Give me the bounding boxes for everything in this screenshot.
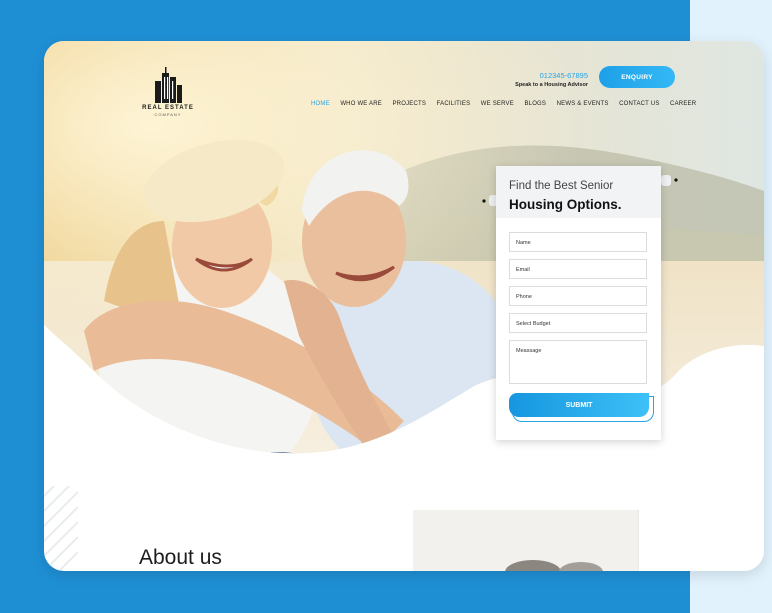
main-nav: HOME WHO WE ARE PROJECTS FACILITIES WE S… — [311, 101, 707, 107]
about-side-panel — [638, 510, 659, 571]
about-image-photo — [413, 510, 638, 571]
website-card: REAL ESTATE COMPANY 012345-67895 Speak t… — [44, 41, 764, 571]
about-image-panel — [413, 510, 638, 571]
nav-item-career[interactable]: CAREER — [670, 101, 696, 107]
form-title-line1: Find the Best Senior — [509, 180, 614, 192]
enquiry-button[interactable]: ENQUIRY — [599, 66, 675, 88]
phone-field[interactable]: Phone — [509, 286, 647, 306]
building-icon — [155, 67, 182, 103]
nav-item-home[interactable]: HOME — [311, 101, 330, 107]
nav-item-contact-us[interactable]: CONTACT US — [619, 101, 659, 107]
logo-brand-text: REAL ESTATE — [142, 105, 194, 111]
phone-caption: Speak to a Housing Advisor — [515, 82, 588, 88]
nav-item-news-events[interactable]: NEWS & EVENTS — [557, 101, 609, 107]
diagonal-stripe-pattern — [44, 486, 78, 571]
enquiry-form-card: Find the Best Senior Housing Options. Na… — [496, 166, 661, 440]
form-title-line2: Housing Options. — [509, 197, 622, 212]
about-heading: About us — [139, 546, 222, 569]
logo-tagline-text: COMPANY — [154, 112, 182, 117]
phone-contact: 012345-67895 Speak to a Housing Advisor — [515, 71, 588, 88]
nav-item-we-serve[interactable]: WE SERVE — [481, 101, 514, 107]
budget-select[interactable]: Select Budget — [509, 313, 647, 333]
nav-item-blogs[interactable]: BLOGS — [524, 101, 546, 107]
submit-button[interactable]: SUBMIT — [509, 393, 649, 417]
nav-item-who-we-are[interactable]: WHO WE ARE — [340, 101, 382, 107]
nav-item-projects[interactable]: PROJECTS — [392, 101, 426, 107]
company-logo[interactable]: REAL ESTATE COMPANY — [138, 67, 198, 123]
nav-item-facilities[interactable]: FACILITIES — [437, 101, 471, 107]
phone-number[interactable]: 012345-67895 — [515, 71, 588, 80]
message-field[interactable]: Meassage — [509, 340, 647, 384]
name-field[interactable]: Name — [509, 232, 647, 252]
email-field[interactable]: Email — [509, 259, 647, 279]
